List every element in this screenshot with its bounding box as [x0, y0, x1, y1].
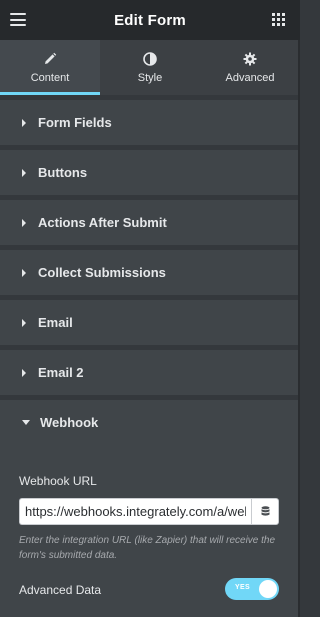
caret-right-icon — [22, 168, 26, 177]
webhook-url-label: Webhook URL — [19, 474, 97, 488]
tab-advanced[interactable]: Advanced — [200, 40, 300, 95]
section-label: Email — [38, 315, 73, 330]
tab-content[interactable]: Content — [0, 40, 100, 95]
database-icon — [261, 506, 269, 516]
caret-right-icon — [22, 318, 26, 327]
section-label: Buttons — [38, 165, 88, 180]
pencil-icon — [45, 52, 57, 64]
caret-down-icon — [22, 420, 30, 425]
section-label: Form Fields — [38, 115, 112, 130]
webhook-help-text: Enter the integration URL (like Zapier) … — [19, 535, 276, 561]
section-buttons[interactable]: Buttons — [0, 150, 300, 195]
scrollbar-track[interactable] — [298, 40, 300, 617]
advanced-data-toggle[interactable]: YES — [225, 578, 279, 600]
section-collect-submissions[interactable]: Collect Submissions — [0, 250, 300, 295]
dynamic-tags-button[interactable] — [251, 498, 279, 525]
panel-tabs: Content Style Advanced — [0, 40, 300, 95]
section-form-fields[interactable]: Form Fields — [0, 100, 300, 145]
grid-apps-icon[interactable] — [272, 13, 285, 26]
half-circle-contrast-icon — [143, 51, 157, 66]
hamburger-menu-icon[interactable] — [10, 13, 26, 26]
caret-right-icon — [22, 368, 26, 377]
caret-right-icon — [22, 268, 26, 277]
section-actions-after-submit[interactable]: Actions After Submit — [0, 200, 300, 245]
section-label: Actions After Submit — [38, 215, 167, 230]
section-label: Collect Submissions — [38, 265, 166, 280]
caret-right-icon — [22, 118, 26, 127]
tab-style[interactable]: Style — [100, 40, 200, 95]
webhook-url-input[interactable] — [19, 498, 251, 525]
tab-advanced-label: Advanced — [225, 71, 275, 84]
webhook-settings-panel: Webhook URL Enter the integration URL (l… — [0, 445, 300, 617]
section-label: Email 2 — [38, 365, 84, 380]
advanced-data-label: Advanced Data — [19, 583, 102, 597]
toggle-knob — [259, 580, 277, 598]
section-email-2[interactable]: Email 2 — [0, 350, 300, 395]
settings-sections: Form Fields Buttons Actions After Submit… — [0, 100, 300, 445]
section-email[interactable]: Email — [0, 300, 300, 345]
caret-right-icon — [22, 218, 26, 227]
section-webhook[interactable]: Webhook — [0, 400, 300, 445]
header-bar: Edit Form — [0, 0, 300, 40]
tab-style-label: Style — [137, 71, 163, 84]
section-label: Webhook — [40, 415, 99, 430]
tab-content-label: Content — [30, 71, 70, 84]
toggle-state-text: YES — [235, 584, 250, 591]
page-title: Edit Form — [114, 11, 186, 29]
gear-icon — [243, 52, 257, 65]
